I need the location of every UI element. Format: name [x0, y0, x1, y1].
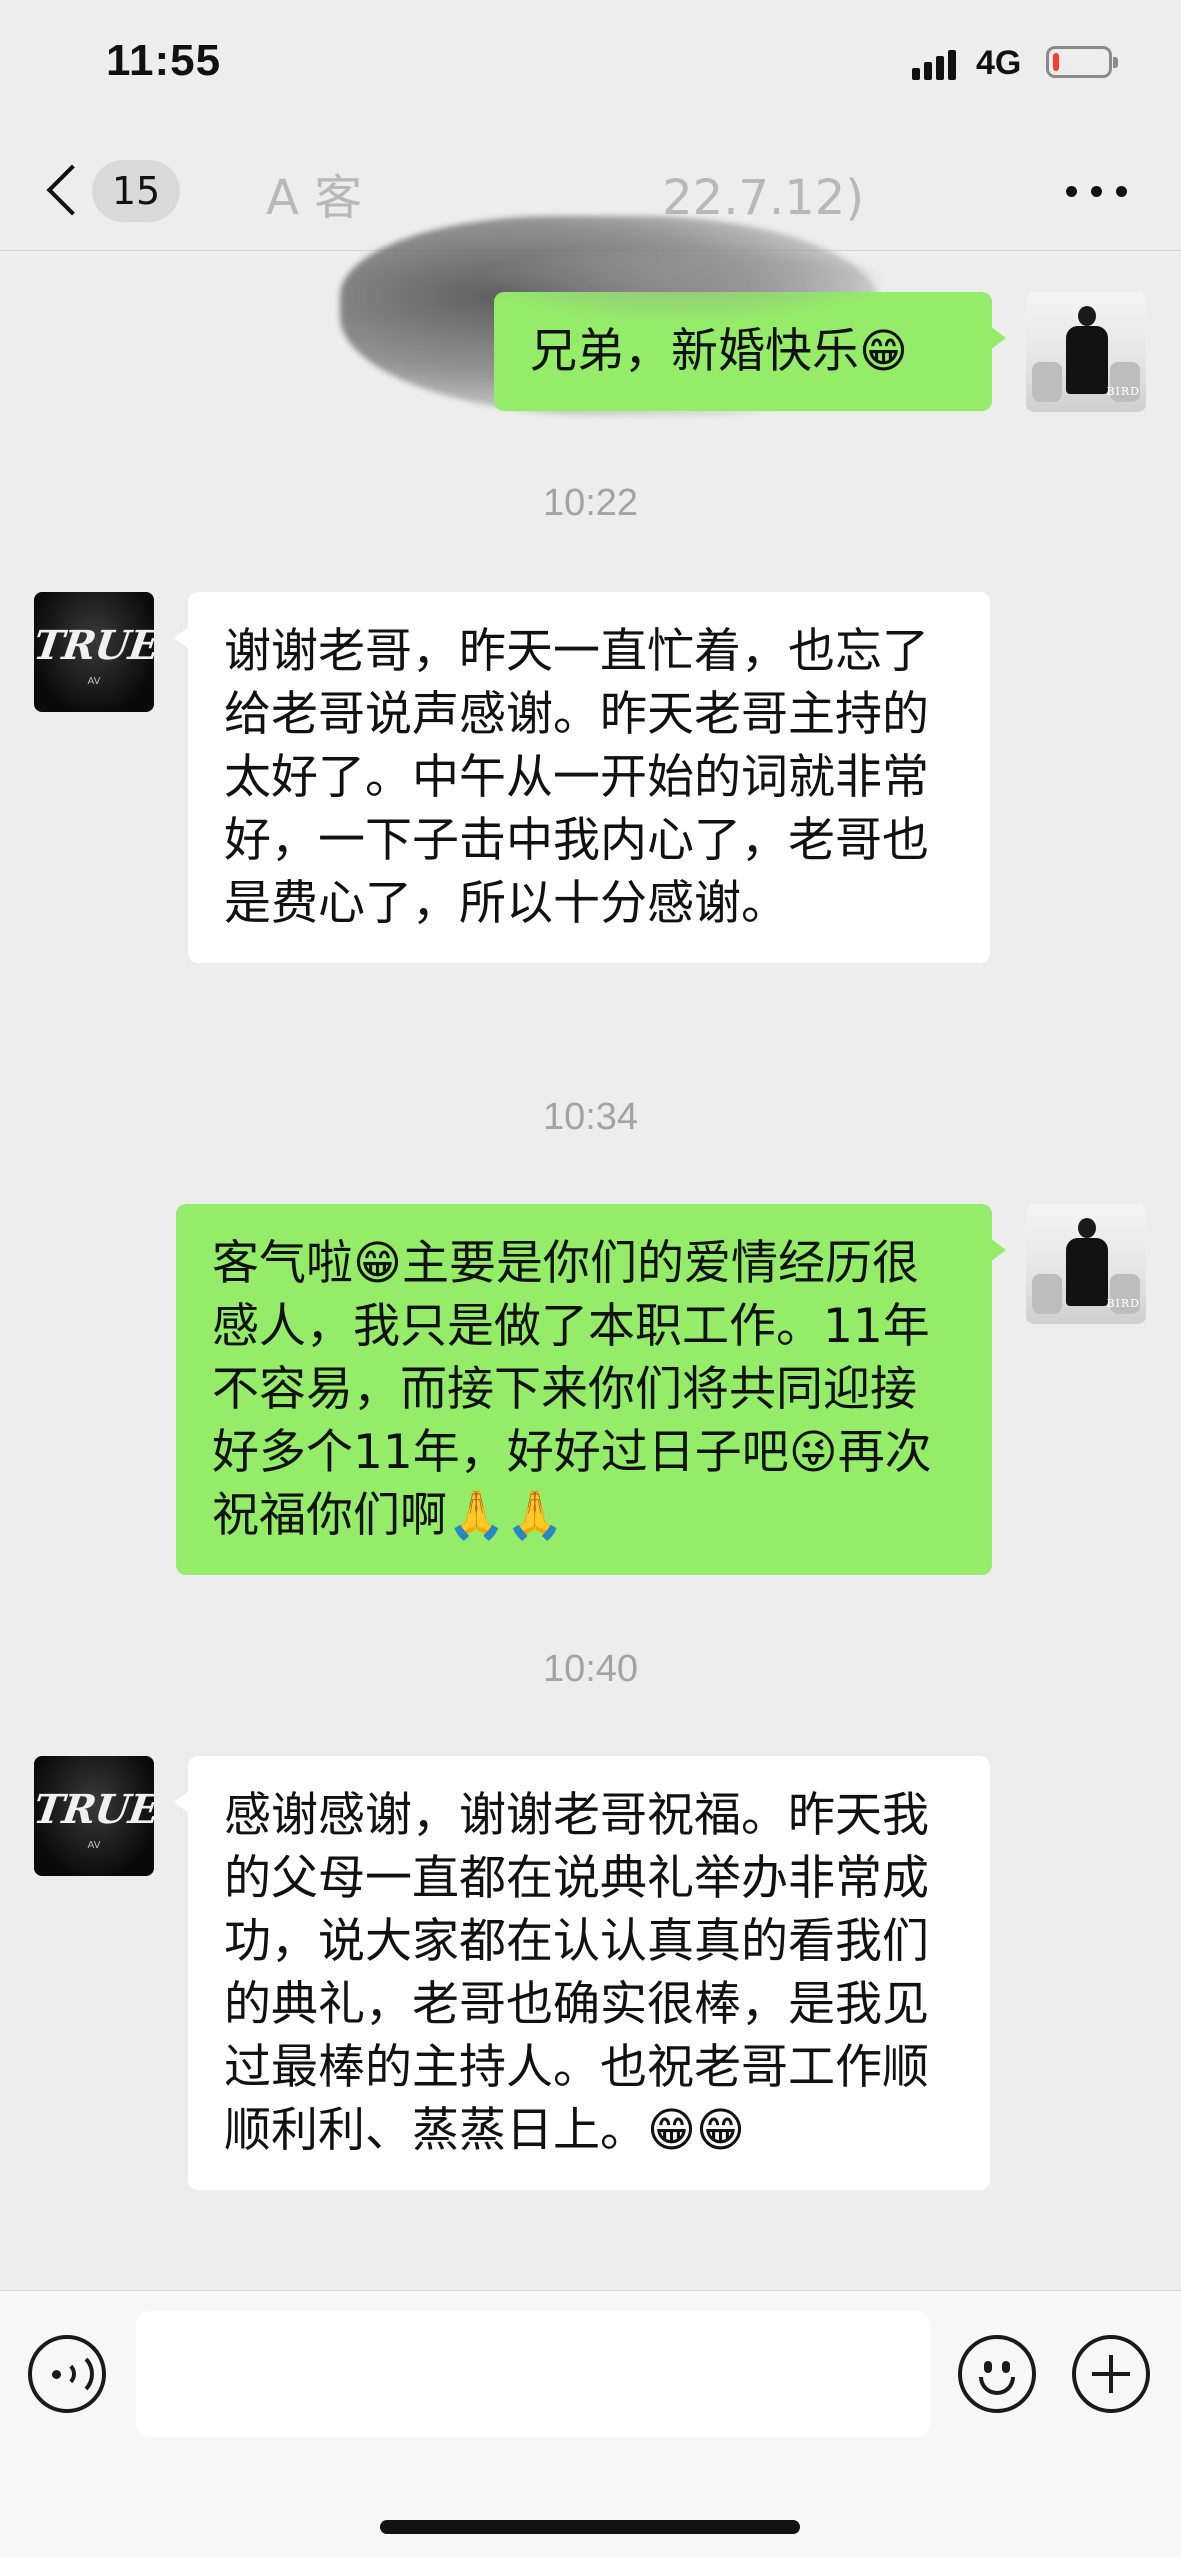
chat-title-visible: A 客: [266, 170, 363, 226]
message-list[interactable]: BIRD 兄弟，新婚快乐😁 10:22 TRUE AV 谢谢老哥，昨天一直忙着，…: [0, 250, 1181, 2290]
message-input[interactable]: [136, 2311, 930, 2437]
status-bar: 11:55 4G: [0, 0, 1181, 130]
avatar-mark-text: AV: [87, 676, 101, 687]
plus-button[interactable]: [1072, 2335, 1150, 2413]
self-avatar[interactable]: BIRD: [1026, 1204, 1146, 1324]
home-indicator: [380, 2520, 800, 2534]
message-timestamp: 10:34: [542, 1096, 639, 1138]
more-button[interactable]: [1062, 172, 1132, 208]
battery-level: [1053, 53, 1059, 71]
contact-avatar[interactable]: TRUE AV: [34, 592, 154, 712]
contact-avatar[interactable]: TRUE AV: [34, 1756, 154, 1876]
message-timestamp: 10:22: [542, 482, 639, 524]
battery-icon: [1046, 46, 1118, 78]
voice-button[interactable]: [28, 2335, 106, 2413]
avatar-logo-text: TRUE: [34, 1786, 154, 1833]
avatar-caption: BIRD: [1106, 385, 1140, 398]
avatar-caption: BIRD: [1106, 1297, 1140, 1310]
input-bar: [0, 2290, 1181, 2557]
avatar-logo-text: TRUE: [34, 622, 154, 669]
chevron-left-icon: [46, 164, 98, 216]
status-time: 11:55: [106, 36, 222, 85]
ellipsis-icon: [1066, 186, 1077, 197]
avatar-mark-text: AV: [87, 1840, 101, 1851]
unread-count-badge: 15: [92, 160, 180, 222]
back-button[interactable]: 15: [40, 152, 190, 228]
message-bubble-self[interactable]: 客气啦😁主要是你们的爱情经历很感人，我只是做了本职工作。11年不容易，而接下来你…: [176, 1204, 1006, 1575]
message-timestamp: 10:40: [542, 1648, 639, 1690]
signal-icon: [912, 48, 960, 80]
message-bubble-other[interactable]: 感谢感谢，谢谢老哥祝福。昨天我的父母一直都在说典礼举办非常成功，说大家都在认认真…: [174, 1756, 990, 2190]
self-avatar[interactable]: BIRD: [1026, 292, 1146, 412]
emoji-button[interactable]: [958, 2335, 1036, 2413]
message-bubble-other[interactable]: 谢谢老哥，昨天一直忙着，也忘了给老哥说声感谢。昨天老哥主持的太好了。中午从一开始…: [174, 592, 990, 963]
network-label: 4G: [976, 44, 1022, 82]
redaction-smudge: [470, 250, 890, 320]
nav-bar: 15 A 客 22.7.12): [0, 130, 1181, 416]
